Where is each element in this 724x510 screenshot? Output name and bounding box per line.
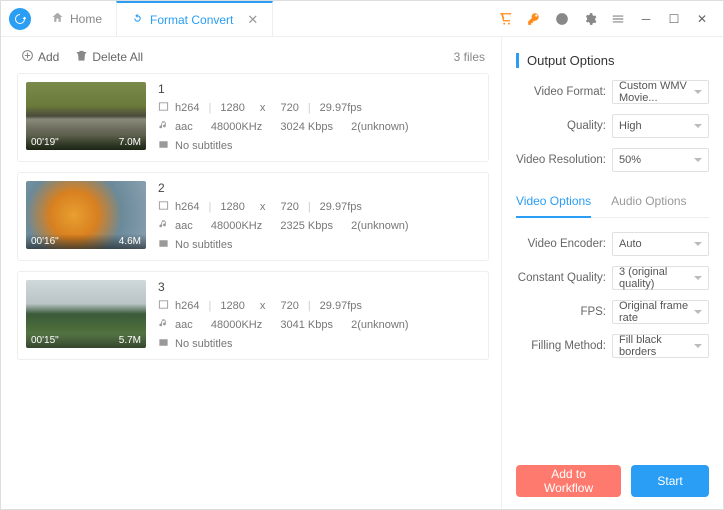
- filesize: 5.7M: [119, 335, 141, 346]
- close-button[interactable]: ✕: [693, 10, 711, 28]
- tab-format-convert[interactable]: Format Convert ✕: [116, 1, 273, 37]
- audio-icon: [158, 219, 169, 233]
- settings-icon[interactable]: [581, 10, 599, 28]
- start-button[interactable]: Start: [631, 465, 709, 497]
- fill-label: Filling Method:: [516, 340, 606, 352]
- file-item[interactable]: 00'19"7.0M 1 h264|1280 x 720|29.97fps aa…: [17, 73, 489, 162]
- tab-home[interactable]: Home: [37, 1, 116, 37]
- add-button[interactable]: Add: [21, 49, 59, 65]
- filesize: 7.0M: [119, 137, 141, 148]
- encoder-label: Video Encoder:: [516, 238, 606, 250]
- file-name: 2: [158, 181, 480, 195]
- app-logo: [9, 8, 31, 30]
- file-name: 3: [158, 280, 480, 294]
- close-icon[interactable]: ✕: [247, 12, 258, 28]
- file-name: 1: [158, 82, 480, 96]
- file-count: 3 files: [454, 50, 485, 64]
- tab-convert-label: Format Convert: [150, 13, 233, 27]
- duration: 00'15": [31, 335, 59, 346]
- fps-label: FPS:: [516, 306, 606, 318]
- key-icon[interactable]: [525, 10, 543, 28]
- encoder-select[interactable]: Auto: [612, 232, 709, 256]
- add-to-workflow-button[interactable]: Add to Workflow: [516, 465, 621, 497]
- delete-all-button[interactable]: Delete All: [75, 49, 143, 65]
- subtitle-icon: [158, 139, 169, 153]
- resolution-label: Video Resolution:: [516, 154, 606, 166]
- thumbnail: 00'16" 4.6M: [26, 181, 146, 249]
- trash-icon: [75, 49, 88, 65]
- minimize-button[interactable]: ─: [637, 10, 655, 28]
- fill-select[interactable]: Fill black borders: [612, 334, 709, 358]
- duration: 00'19": [31, 137, 59, 148]
- audio-icon: [158, 120, 169, 134]
- file-item[interactable]: 00'16"4.6M 2 h264|1280 x 720|29.97fps aa…: [17, 172, 489, 261]
- video-icon: [158, 101, 169, 115]
- resolution-select[interactable]: 50%: [612, 148, 709, 172]
- video-icon: [158, 299, 169, 313]
- maximize-button[interactable]: ☐: [665, 10, 683, 28]
- plus-icon: [21, 49, 34, 65]
- add-label: Add: [38, 50, 59, 64]
- output-options-title: Output Options: [516, 53, 709, 68]
- quality-select[interactable]: High: [612, 114, 709, 138]
- delete-all-label: Delete All: [92, 50, 143, 64]
- filesize: 4.6M: [119, 236, 141, 247]
- duration: 00'16": [31, 236, 59, 247]
- subtitle-icon: [158, 337, 169, 351]
- video-icon: [158, 200, 169, 214]
- subtitle-icon: [158, 238, 169, 252]
- cart-icon[interactable]: [497, 10, 515, 28]
- file-item[interactable]: 00'15"5.7M 3 h264|1280 x 720|29.97fps aa…: [17, 271, 489, 360]
- cq-select[interactable]: 3 (original quality): [612, 266, 709, 290]
- history-icon[interactable]: [553, 10, 571, 28]
- video-format-label: Video Format:: [516, 86, 606, 98]
- video-format-select[interactable]: Custom WMV Movie...: [612, 80, 709, 104]
- convert-icon: [131, 12, 144, 28]
- fps-select[interactable]: Original frame rate: [612, 300, 709, 324]
- tab-home-label: Home: [70, 12, 102, 26]
- menu-icon[interactable]: [609, 10, 627, 28]
- quality-label: Quality:: [516, 120, 606, 132]
- thumbnail: 00'19" 7.0M: [26, 82, 146, 150]
- audio-icon: [158, 318, 169, 332]
- home-icon: [51, 11, 64, 27]
- thumbnail: 00'15" 5.7M: [26, 280, 146, 348]
- cq-label: Constant Quality:: [516, 272, 606, 284]
- tab-video-options[interactable]: Video Options: [516, 194, 591, 218]
- tab-audio-options[interactable]: Audio Options: [611, 194, 686, 217]
